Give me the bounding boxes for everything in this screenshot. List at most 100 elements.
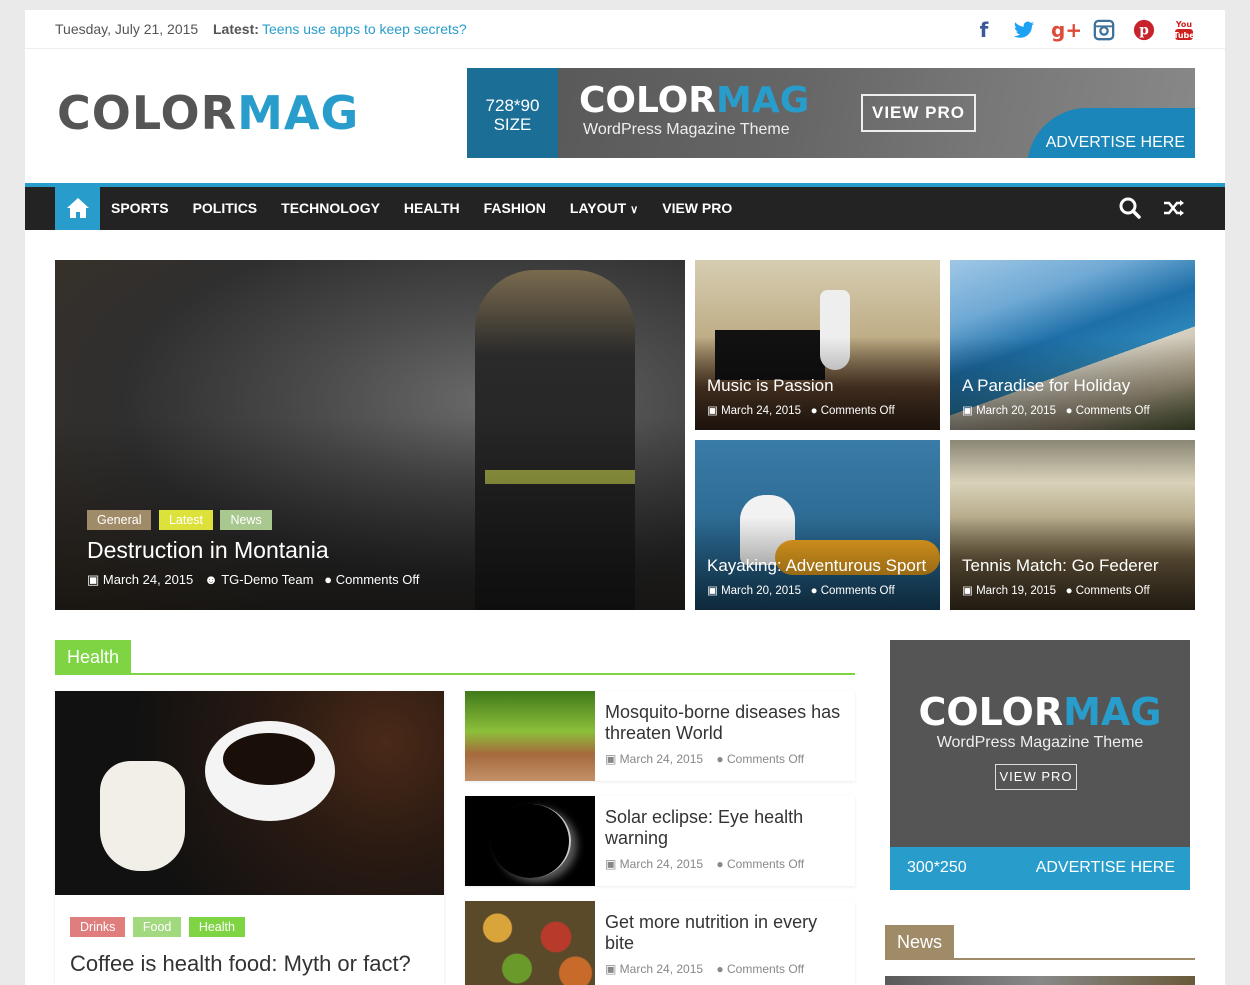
featured-post-2[interactable]: A Paradise for Holiday ▣ March 20, 2015 … (950, 260, 1195, 430)
post-comments: Comments Off (726, 857, 805, 871)
social-links: f g+ p You Tube (971, 17, 1197, 43)
banner-size-dimensions: 728*90 (485, 96, 540, 115)
featured-post-3[interactable]: Kayaking: Adventurous Sport ▣ March 20, … (695, 440, 940, 610)
nav-item-technology[interactable]: TECHNOLOGY (281, 187, 380, 232)
featured-post-title[interactable]: Kayaking: Adventurous Sport (707, 556, 926, 576)
featured-post-title[interactable]: Music is Passion (707, 376, 834, 396)
random-post-icon[interactable] (1162, 196, 1186, 220)
nav-item-health[interactable]: HEALTH (404, 187, 460, 232)
featured-post-4[interactable]: Tennis Match: Go Federer ▣ March 19, 201… (950, 440, 1195, 610)
post-title[interactable]: Mosquito-borne diseases has threaten Wor… (605, 702, 845, 744)
site-logo[interactable]: COLORMAG (57, 86, 359, 140)
page: Tuesday, July 21, 2015 Latest: Teens use… (25, 10, 1225, 985)
health-list-item[interactable]: Mosquito-borne diseases has threaten Wor… (465, 691, 855, 781)
nav-item-layout[interactable]: LAYOUT ∨ (570, 187, 638, 232)
google-plus-icon[interactable]: g+ (1051, 17, 1082, 43)
post-date[interactable]: March 20, 2015 (721, 585, 801, 597)
category-health[interactable]: Health (188, 917, 245, 937)
post-comments: Comments Off (1075, 585, 1150, 597)
section-divider (55, 673, 855, 675)
post-date[interactable]: March 24, 2015 (721, 405, 801, 417)
sidebar-ad-view-pro-button[interactable]: VIEW PRO (995, 764, 1077, 790)
nav-item-fashion[interactable]: FASHION (484, 187, 546, 232)
post-date[interactable]: March 24, 2015 (103, 572, 193, 587)
eclipse-image (465, 796, 595, 886)
post-date[interactable]: March 19, 2015 (976, 585, 1056, 597)
user-icon: ☻ (204, 572, 218, 587)
latest-news-link[interactable]: Teens use apps to keep secrets? (262, 21, 467, 37)
sidebar-ad-title-mag: MAG (1063, 690, 1162, 734)
eclipse-image-decor (491, 804, 571, 878)
instagram-icon[interactable] (1091, 17, 1117, 43)
svg-text:Tube: Tube (1173, 31, 1195, 40)
section-title-news[interactable]: News (885, 925, 955, 960)
sidebar-ad-title-color: COLOR (918, 690, 1064, 734)
health-list-item[interactable]: Solar eclipse: Eye health warning ▣ Marc… (465, 796, 855, 886)
pinterest-icon[interactable]: p (1131, 17, 1157, 43)
sidebar-ad[interactable]: COLORMAG WordPress Magazine Theme VIEW P… (890, 640, 1190, 890)
category-food[interactable]: Food (132, 917, 182, 937)
post-date[interactable]: March 20, 2015 (976, 405, 1056, 417)
category-general[interactable]: General (87, 510, 152, 530)
banner-title-color: COLOR (579, 80, 717, 121)
post-date[interactable]: March 24, 2015 (620, 962, 703, 976)
banner-subtitle: WordPress Magazine Theme (583, 121, 790, 138)
mosquito-image (465, 691, 595, 781)
category-latest[interactable]: Latest (158, 510, 213, 530)
section-divider (885, 958, 1195, 960)
post-comments: Comments Off (820, 585, 895, 597)
banner-size-word: SIZE (493, 115, 532, 134)
logo-text-mag: MAG (237, 86, 360, 140)
featured-main-meta: ▣ March 24, 2015 ☻ TG-Demo Team ● Commen… (87, 572, 419, 588)
chevron-down-icon: ∨ (630, 204, 639, 216)
pitcher-image-decor (100, 761, 185, 871)
post-meta: ▣ March 24, 2015 ● Comments Off (605, 752, 805, 766)
post-date[interactable]: March 24, 2015 (620, 752, 703, 766)
featured-main-title[interactable]: Destruction in Montania (87, 537, 329, 564)
facebook-icon[interactable]: f (971, 17, 997, 43)
current-date: Tuesday, July 21, 2015 (55, 21, 199, 37)
banner-title: COLORMAG (579, 80, 809, 121)
post-comments: Comments Off (820, 405, 895, 417)
sidebar-ad-subtitle: WordPress Magazine Theme (936, 734, 1144, 751)
post-date[interactable]: March 24, 2015 (620, 857, 703, 871)
category-drinks[interactable]: Drinks (70, 917, 126, 937)
banner-view-pro-button[interactable]: VIEW PRO (861, 94, 976, 132)
fruits-image (465, 901, 595, 985)
featured-post-1[interactable]: Music is Passion ▣ March 24, 2015 ● Comm… (695, 260, 940, 430)
sidebar-ad-size: 300*250 (907, 859, 967, 876)
sidebar-ad-footer: 300*250 ADVERTISE HERE (890, 847, 1190, 890)
featured-post-meta: ▣ March 20, 2015 ● Comments Off (962, 405, 1150, 417)
nav-item-view-pro[interactable]: VIEW PRO (662, 187, 732, 232)
latest-label: Latest: (213, 21, 259, 37)
post-comments: Comments Off (1075, 405, 1150, 417)
comment-icon: ● (324, 572, 333, 587)
health-list-item[interactable]: Get more nutrition in every bite ▣ March… (465, 901, 855, 985)
nav-item-sports[interactable]: SPORTS (111, 187, 169, 232)
post-author[interactable]: TG-Demo Team (221, 572, 313, 587)
sidebar-ad-advertise: ADVERTISE HERE (1035, 859, 1175, 876)
svg-text:You: You (1175, 20, 1193, 29)
featured-post-title[interactable]: A Paradise for Holiday (962, 376, 1130, 396)
news-image (885, 976, 1195, 985)
search-icon[interactable] (1118, 196, 1142, 220)
home-icon[interactable] (55, 187, 100, 230)
category-news[interactable]: News (220, 510, 272, 530)
post-title[interactable]: Get more nutrition in every bite (605, 912, 845, 954)
post-comments: Comments Off (726, 962, 805, 976)
health-main-post[interactable]: Drinks Food Health Coffee is health food… (55, 691, 444, 985)
calendar-icon: ▣ (87, 572, 100, 587)
header-ad-banner[interactable]: 728*90 SIZE COLORMAG WordPress Magazine … (467, 68, 1195, 158)
post-title[interactable]: Coffee is health food: Myth or fact? (70, 951, 411, 977)
featured-post-meta: ▣ March 24, 2015 ● Comments Off (707, 405, 895, 417)
youtube-icon[interactable]: You Tube (1171, 17, 1197, 43)
main-navigation: SPORTS POLITICS TECHNOLOGY HEALTH FASHIO… (25, 183, 1225, 230)
twitter-icon[interactable] (1011, 17, 1037, 43)
nav-item-politics[interactable]: POLITICS (193, 187, 258, 232)
featured-main-post[interactable]: General Latest News Destruction in Monta… (55, 260, 685, 610)
section-title-health[interactable]: Health (55, 640, 132, 675)
post-title[interactable]: Solar eclipse: Eye health warning (605, 807, 845, 849)
post-comments: Comments Off (726, 752, 805, 766)
featured-post-title[interactable]: Tennis Match: Go Federer (962, 556, 1159, 576)
banner-advertise-here: ADVERTISE HERE (1045, 134, 1185, 151)
